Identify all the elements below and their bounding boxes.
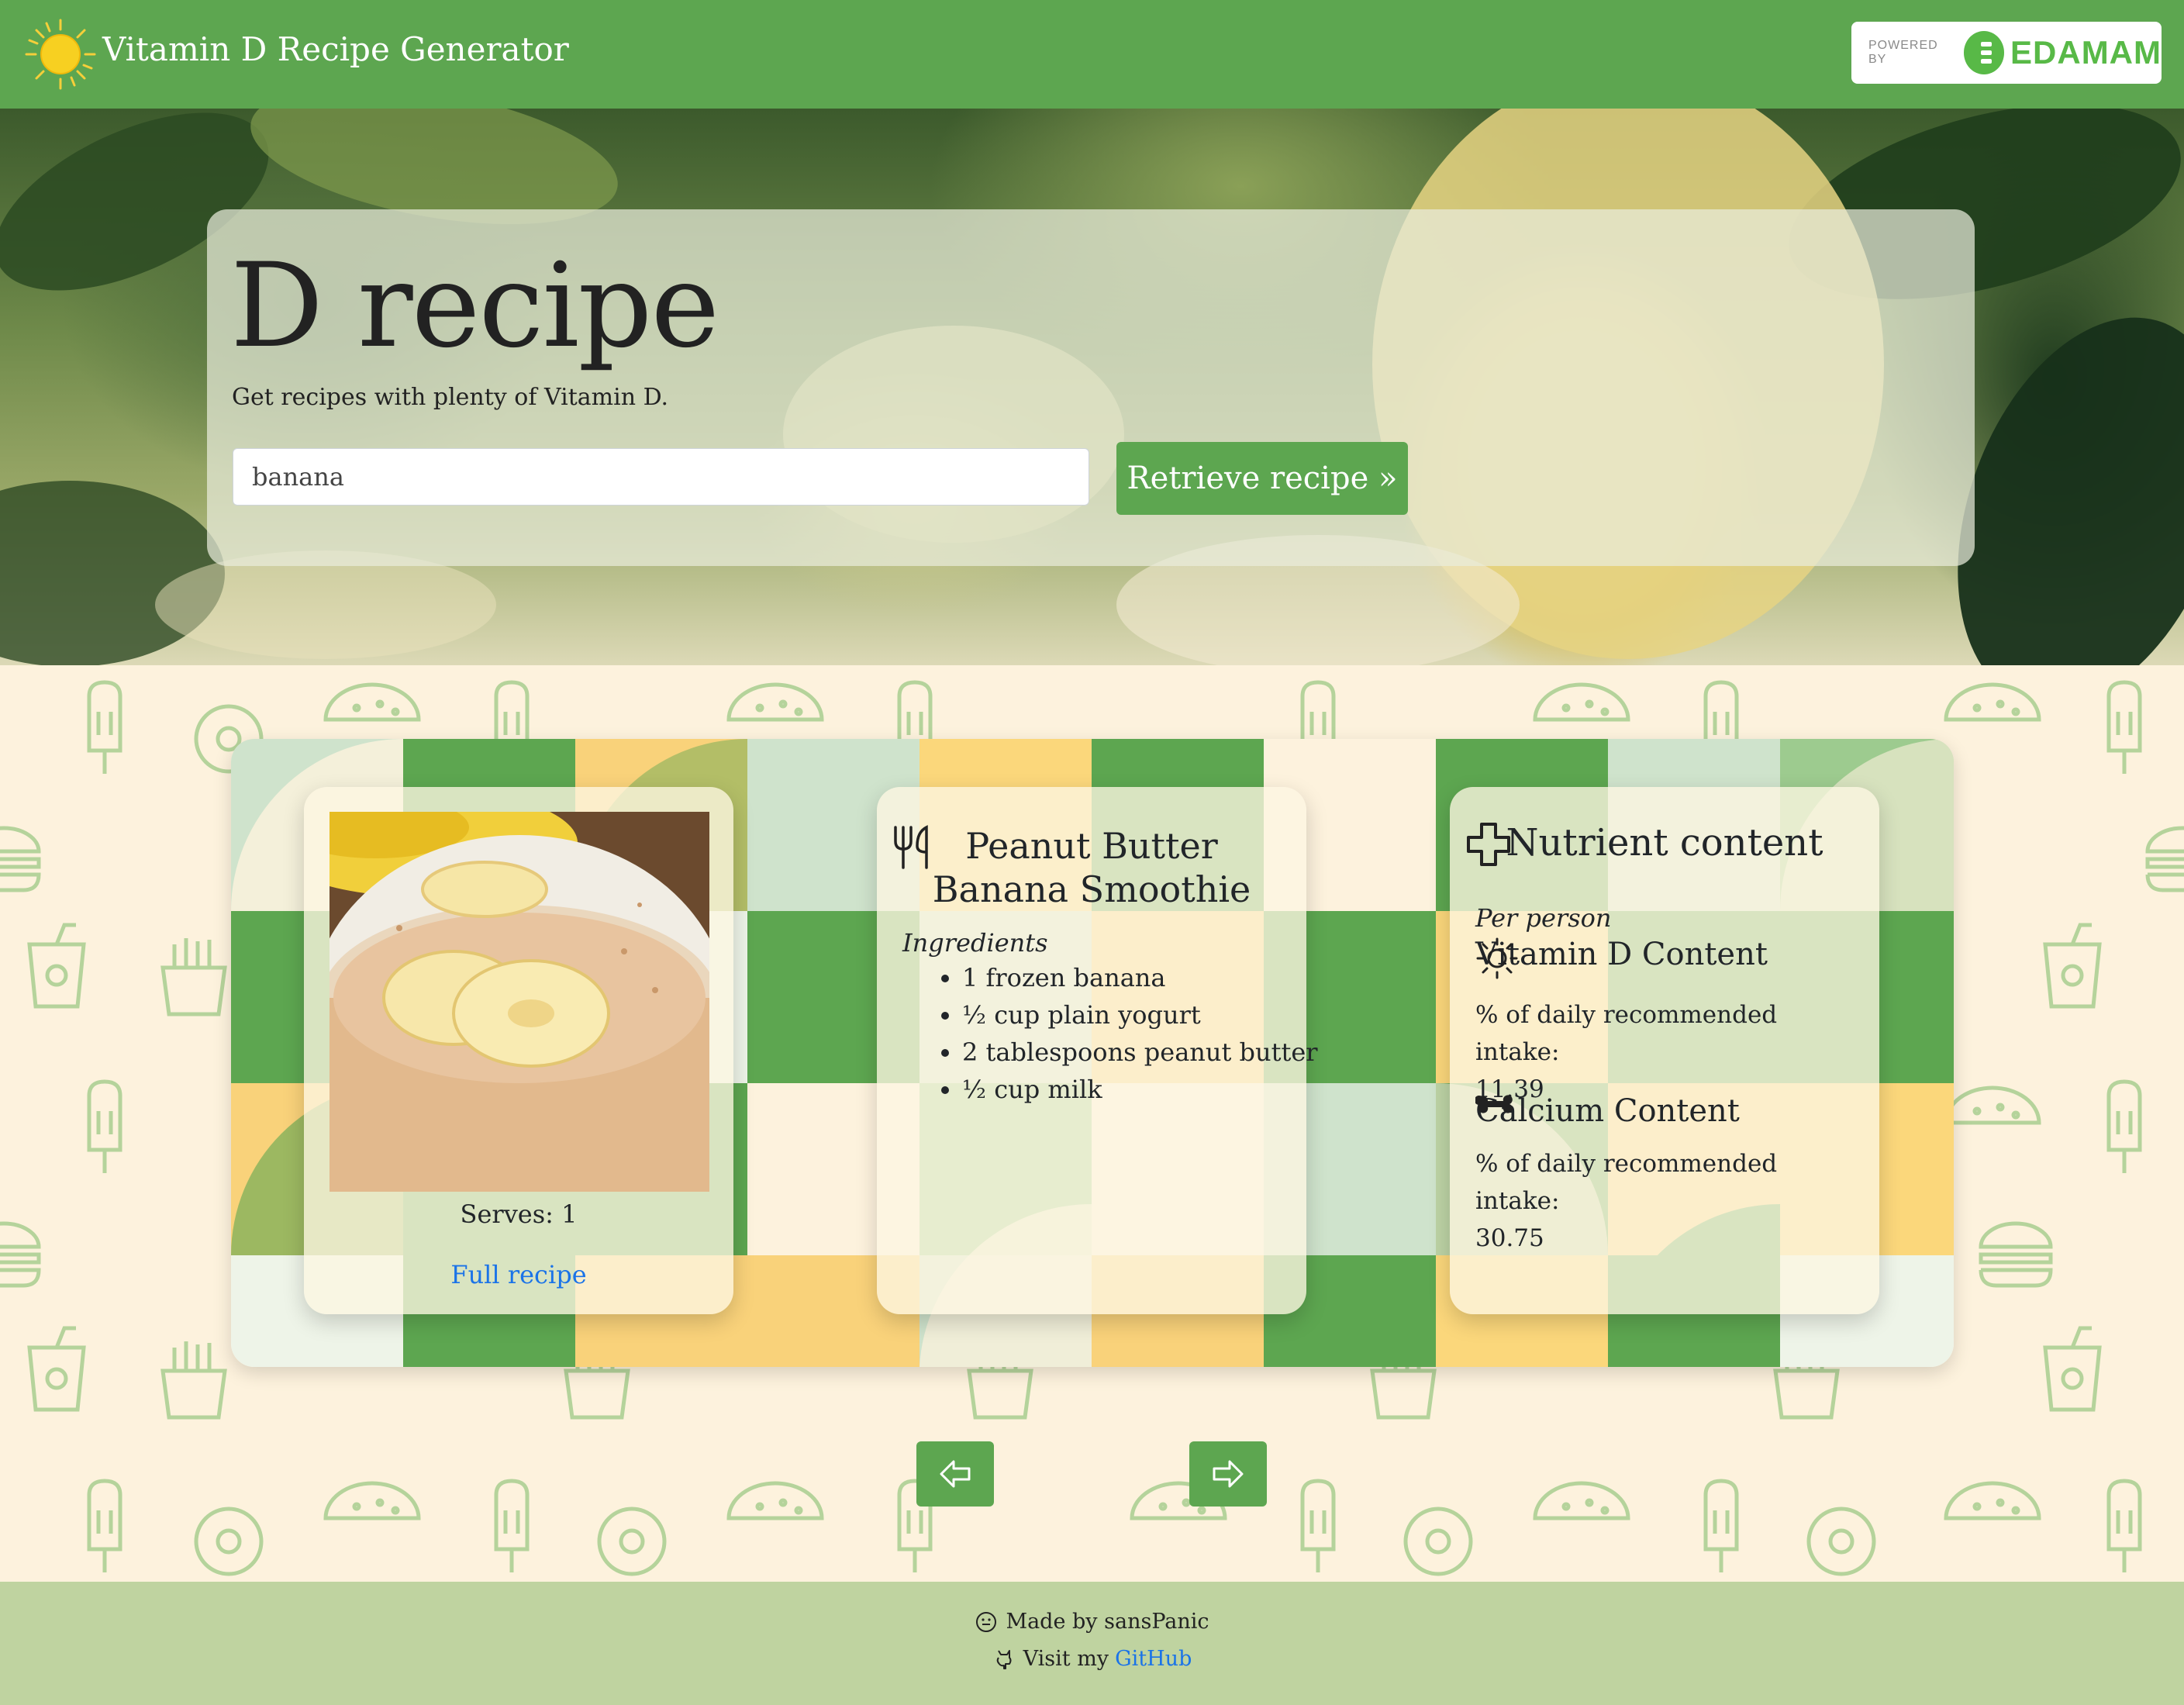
results-section: Serves: 1 Full recipe Peanut Butter Bana… [0,665,2184,1582]
cutlery-icon [894,825,928,869]
hero-banner: D recipe Get recipes with plenty of Vita… [0,109,2184,665]
calcium-intake-label: % of daily recommended intake: [1475,1150,1778,1215]
sun-icon [1476,937,1518,979]
smoothie-image [329,812,709,1192]
navbar: Vitamin D Recipe Generator POWERED BY ED… [0,0,2184,109]
ingredients-list: 1 frozen banana ½ cup plain yogurt 2 tab… [916,959,1327,1108]
plus-icon [1467,823,1510,866]
ingredient-item: ½ cup milk [962,1071,1327,1108]
vitamin-d-intake-label: % of daily recommended intake: [1475,1001,1778,1066]
visit-prefix: Visit my [1023,1647,1109,1671]
smiley-icon [976,1611,997,1632]
per-person-label: Per person [1475,903,1612,933]
search-panel: D recipe Get recipes with plenty of Vita… [207,209,1975,566]
recipe-title: Peanut Butter Banana Smoothie [892,824,1291,911]
vitamin-d-intake: % of daily recommended intake: 11.39 [1475,996,1863,1108]
calcium-intake-value: 30.75 [1475,1224,1544,1252]
bone-icon [1475,1095,1513,1113]
arrow-left-icon [940,1460,971,1488]
arrow-right-icon [1213,1460,1244,1488]
made-by-text: Made by sansPanic [1006,1610,1209,1634]
recipe-title-text: Peanut Butter Banana Smoothie [932,825,1251,910]
github-link[interactable]: GitHub [1115,1647,1192,1671]
ingredient-item: 2 tablespoons peanut butter [962,1034,1327,1071]
full-recipe-link[interactable]: Full recipe [304,1260,733,1289]
powered-by-edamam-badge[interactable]: POWERED BY EDAMAM [1851,22,2162,84]
calcium-heading: Calcium Content [1475,1093,1740,1129]
edamam-wordmark: EDAMAM [2010,34,2162,71]
made-by-line: Made by sansPanic [0,1610,2184,1634]
vitamin-d-heading: Vitamin D Content [1475,937,1768,979]
edamam-logo-icon [1963,31,2005,74]
ingredient-item: 1 frozen banana [962,959,1327,996]
vitamin-d-heading-text: Vitamin D Content [1475,937,1768,972]
next-recipe-button[interactable] [1189,1441,1267,1507]
recipe-photo[interactable] [329,812,709,1192]
page-heading: D recipe [230,239,719,374]
search-input[interactable]: banana [233,448,1089,506]
previous-recipe-button[interactable] [916,1441,994,1507]
powered-by-label: POWERED BY [1868,39,1938,66]
recipe-board: Serves: 1 Full recipe Peanut Butter Bana… [231,739,1954,1367]
ingredient-item: ½ cup plain yogurt [962,996,1327,1034]
sun-logo-icon[interactable] [23,17,98,91]
page-lead: Get recipes with plenty of Vitamin D. [232,384,669,411]
nutrient-title: Nutrient content [1465,821,1864,866]
github-icon [996,1649,1012,1669]
nutrient-title-text: Nutrient content [1506,821,1823,865]
serves-text: Serves: 1 [460,1199,578,1229]
retrieve-recipe-button[interactable]: Retrieve recipe » [1116,442,1408,515]
footer: Made by sansPanic Visit my GitHub [0,1582,2184,1705]
nutrient-card: Nutrient content Per person Vitamin D Co… [1450,787,1879,1314]
github-line: Visit my GitHub [0,1647,2184,1671]
app-title[interactable]: Vitamin D Recipe Generator [102,26,569,73]
ingredients-card: Peanut Butter Banana Smoothie Ingredient… [877,787,1318,1314]
recipe-image-card: Serves: 1 Full recipe [304,787,733,1314]
ingredients-label: Ingredients [902,928,1048,958]
calcium-intake: % of daily recommended intake: 30.75 [1475,1145,1863,1257]
